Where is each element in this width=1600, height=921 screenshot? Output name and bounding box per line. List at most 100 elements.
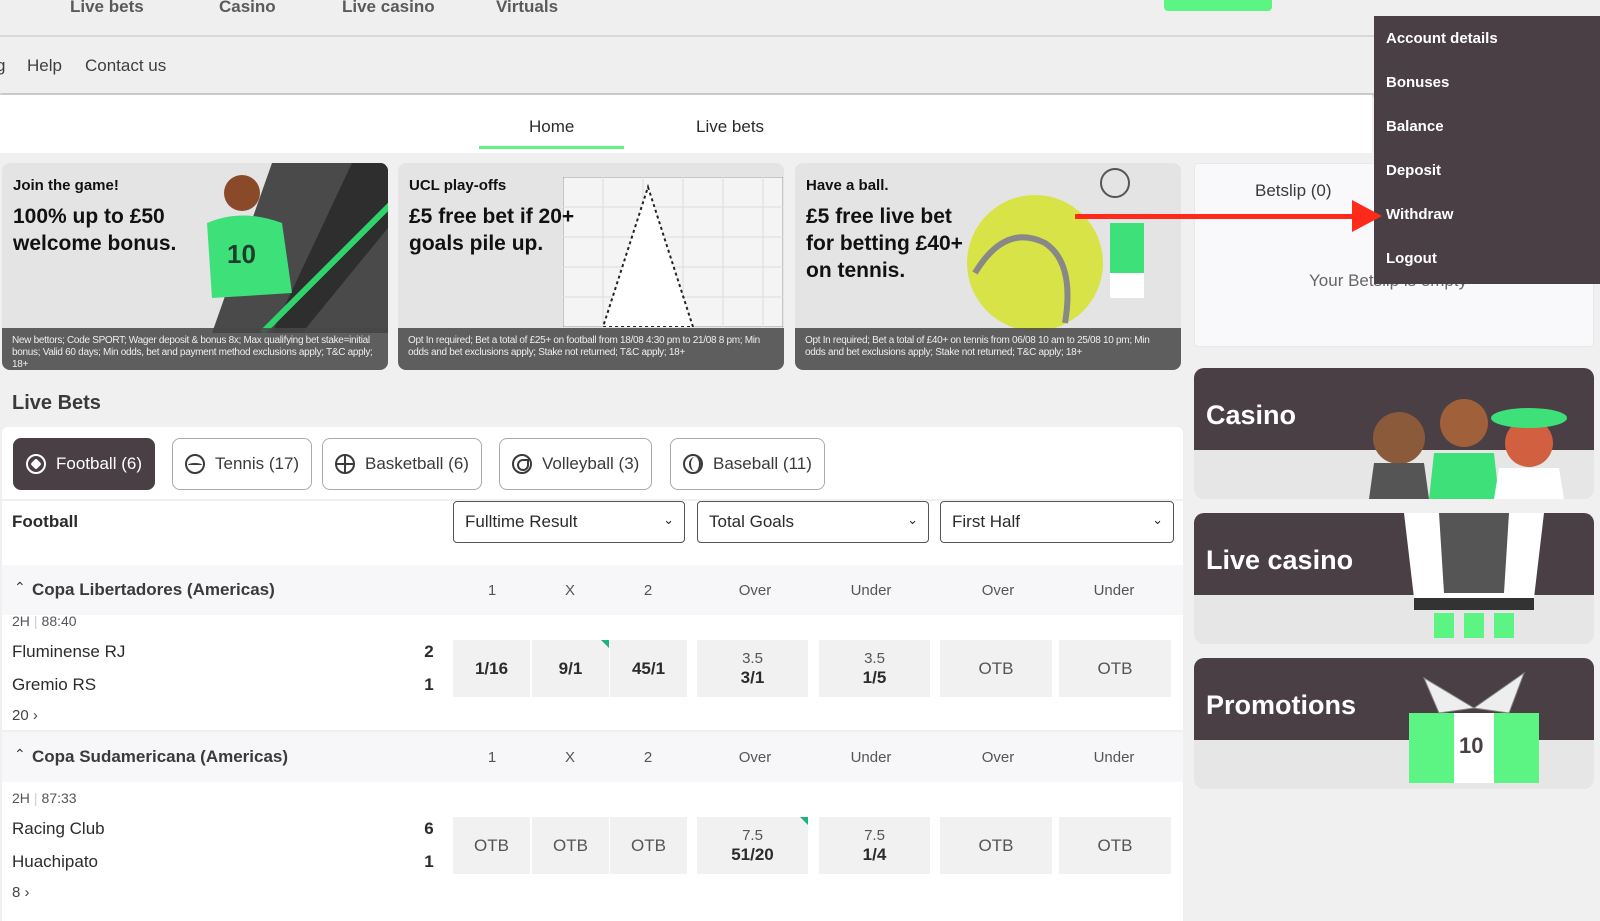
column-header: Under xyxy=(850,749,892,766)
dealer-illustration xyxy=(1404,513,1544,638)
collapse-caret-icon[interactable]: ⌃ xyxy=(14,746,26,763)
odds-button[interactable]: OTB xyxy=(532,817,609,874)
home-score: 6 xyxy=(424,819,434,838)
column-header: Over xyxy=(738,582,772,599)
odds-button[interactable]: OTB xyxy=(610,817,687,874)
odds-button[interactable]: 3.5 3/1 xyxy=(697,640,808,697)
odds-line: 7.5 xyxy=(864,826,885,844)
nav-live-casino[interactable]: Live casino xyxy=(342,0,435,17)
tennis-illustration xyxy=(967,168,1144,331)
odds-changed-indicator-icon xyxy=(601,640,609,648)
menu-logout[interactable]: Logout xyxy=(1386,250,1437,267)
help-link[interactable]: Help xyxy=(27,56,62,76)
league-name: Copa Sudamericana (Americas) xyxy=(32,747,289,766)
match-clock: 2H | 87:33 xyxy=(12,790,77,806)
more-markets-link[interactable]: 8 › xyxy=(12,884,30,901)
card-label: Live casino xyxy=(1206,545,1354,575)
odds-off-the-board: OTB xyxy=(1097,835,1133,855)
column-header: 2 xyxy=(643,749,653,766)
casino-characters-illustration xyxy=(1369,399,1567,499)
card-label: Casino xyxy=(1206,400,1297,430)
volleyball-icon xyxy=(512,454,532,474)
column-header: Under xyxy=(850,582,892,599)
basketball-icon xyxy=(335,454,355,474)
odds-button[interactable]: 1/16 xyxy=(453,640,530,697)
column-header: 2 xyxy=(643,582,653,599)
sport-tab-label: Tennis (17) xyxy=(215,454,300,473)
collapse-caret-icon[interactable]: ⌃ xyxy=(14,579,26,596)
banner-headline: 100% up to £50 welcome bonus. xyxy=(13,205,177,255)
sport-tab-football[interactable]: Football (6) xyxy=(13,438,155,490)
market-select-fulltime-result[interactable]: Fulltime Result ⌄ xyxy=(453,501,685,543)
football-icon xyxy=(26,454,46,474)
odds-button[interactable]: 7.5 51/20 xyxy=(697,817,808,874)
home-team[interactable]: Fluminense RJ xyxy=(12,642,125,662)
sport-tab-basketball[interactable]: Basketball (6) xyxy=(322,438,482,490)
odds-button[interactable]: 7.5 1/4 xyxy=(819,817,930,874)
home-score: 2 xyxy=(424,642,434,661)
odds-off-the-board: OTB xyxy=(553,835,588,855)
sport-tab-volleyball[interactable]: Volleyball (3) xyxy=(499,438,653,490)
contact-us-link[interactable]: Contact us xyxy=(85,56,166,76)
promotions-card[interactable]: Promotions 10 xyxy=(1194,658,1594,789)
odds-off-the-board: OTB xyxy=(978,658,1014,678)
casino-card[interactable]: Casino xyxy=(1194,368,1594,499)
tab-home[interactable]: Home xyxy=(478,117,626,149)
banner-kicker: Join the game! xyxy=(13,177,119,194)
sport-tab-tennis[interactable]: Tennis (17) xyxy=(172,438,313,490)
odds-off-the-board: OTB xyxy=(978,835,1014,855)
odds-off-the-board: OTB xyxy=(474,835,509,855)
promo-banner-tennis[interactable]: Have a ball. £5 free live bet for bettin… xyxy=(795,163,1181,370)
menu-account-details[interactable]: Account details xyxy=(1386,30,1498,47)
nav-virtuals[interactable]: Virtuals xyxy=(496,0,558,17)
menu-bonuses[interactable]: Bonuses xyxy=(1386,74,1449,91)
more-markets-link[interactable]: 20 › xyxy=(12,707,38,724)
odds-button[interactable]: 45/1 xyxy=(610,640,687,697)
menu-deposit[interactable]: Deposit xyxy=(1386,162,1441,179)
betslip-title[interactable]: Betslip (0) xyxy=(1255,181,1332,201)
away-team[interactable]: Huachipato xyxy=(12,852,98,872)
account-dropdown-menu: Account details Bonuses Balance Deposit … xyxy=(1374,16,1600,284)
account-button[interactable] xyxy=(1164,0,1272,11)
odds-price: 45/1 xyxy=(631,658,666,678)
odds-button[interactable]: 9/1 xyxy=(532,640,609,697)
live-casino-card[interactable]: Live casino xyxy=(1194,513,1594,644)
page-tabs: Home Live bets xyxy=(0,95,1372,153)
top-navigation: Live bets Casino Live casino Virtuals xyxy=(0,0,1600,37)
promo-banner-ucl[interactable]: UCL play-offs £5 free bet if 20+ goals p… xyxy=(398,163,784,370)
league-name: Copa Libertadores (Americas) xyxy=(32,580,275,599)
odds-button[interactable]: OTB xyxy=(453,817,530,874)
column-header: Over xyxy=(738,749,772,766)
sport-tab-label: Baseball (11) xyxy=(713,454,812,473)
odds-button[interactable]: OTB xyxy=(940,817,1052,874)
odds-price: 9/1 xyxy=(558,658,583,678)
market-select-total-goals[interactable]: Total Goals ⌄ xyxy=(697,501,929,543)
odds-button[interactable]: OTB xyxy=(1059,640,1171,697)
baseball-icon xyxy=(683,454,703,474)
column-header: Under xyxy=(1093,582,1135,599)
menu-withdraw[interactable]: Withdraw xyxy=(1386,206,1453,223)
home-team[interactable]: Racing Club xyxy=(12,819,105,839)
menu-balance[interactable]: Balance xyxy=(1386,118,1444,135)
league-header[interactable]: ⌃ Copa Libertadores (Americas) 1 X 2 Ove… xyxy=(2,565,1183,615)
nav-live-bets[interactable]: Live bets xyxy=(70,0,144,17)
banner-terms: Opt In required; Bet a total of £25+ on … xyxy=(398,328,784,370)
promo-banner-welcome[interactable]: 10 Join the game! 100% up to £50 welcome… xyxy=(2,163,388,370)
subnav-partial-link[interactable]: g xyxy=(0,56,5,76)
sport-tab-label: Football (6) xyxy=(56,454,142,473)
odds-changed-indicator-icon xyxy=(800,817,808,825)
odds-button[interactable]: 3.5 1/5 xyxy=(819,640,930,697)
select-value: First Half xyxy=(952,512,1020,531)
market-select-first-half[interactable]: First Half ⌄ xyxy=(940,501,1174,543)
column-header: Under xyxy=(1093,749,1135,766)
tab-live-bets[interactable]: Live bets xyxy=(696,117,764,137)
select-value: Fulltime Result xyxy=(465,512,578,531)
nav-casino[interactable]: Casino xyxy=(219,0,276,17)
odds-button[interactable]: OTB xyxy=(1059,817,1171,874)
odds-button[interactable]: OTB xyxy=(940,640,1052,697)
away-team[interactable]: Gremio RS xyxy=(12,675,96,695)
league-header[interactable]: ⌃ Copa Sudamericana (Americas) 1 X 2 Ove… xyxy=(2,732,1183,782)
gift-illustration: 10 xyxy=(1409,671,1539,783)
sport-tab-baseball[interactable]: Baseball (11) xyxy=(670,438,825,490)
column-header: X xyxy=(564,582,575,599)
